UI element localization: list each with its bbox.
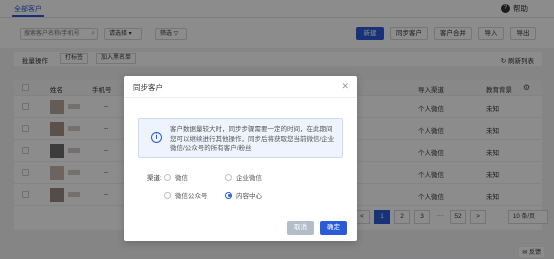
- channel-label: 渠道:: [147, 175, 162, 182]
- confirm-button[interactable]: 确定: [320, 221, 347, 235]
- dialog-footer: 取消 确定: [287, 221, 347, 235]
- radio-content-center[interactable]: 内容中心: [225, 190, 262, 200]
- radio-dot[interactable]: [225, 173, 232, 181]
- radio-wechat[interactable]: 微信: [164, 172, 188, 182]
- radio-wechat-official-account[interactable]: 微信公众号: [164, 190, 208, 200]
- radio-label: 微信公众号: [175, 193, 208, 200]
- sync-customers-dialog: 同步客户 ✕ i 客户数据量较大时，同步步骤需要一定的时间，在此期间您可以继续进…: [124, 76, 357, 241]
- dialog-header: 同步客户 ✕: [124, 76, 357, 98]
- info-icon: i: [151, 132, 162, 143]
- radio-wecom[interactable]: 企业微信: [225, 172, 262, 182]
- close-icon[interactable]: ✕: [341, 81, 349, 92]
- radio-label: 企业微信: [236, 175, 262, 182]
- radio-label: 微信: [175, 175, 188, 182]
- radio-dot[interactable]: [225, 191, 232, 199]
- info-notice: i 客户数据量较大时，同步步骤需要一定的时间，在此期间您可以继续进行其他操作，同…: [138, 118, 343, 158]
- radio-dot[interactable]: [164, 173, 171, 181]
- radio-label: 内容中心: [236, 193, 262, 200]
- dialog-title: 同步客户: [133, 83, 163, 92]
- radio-dot[interactable]: [164, 191, 171, 199]
- info-text: 客户数据量较大时，同步步骤需要一定的时间，在此期间您可以继续进行其他操作，同步后…: [170, 126, 335, 152]
- cancel-button[interactable]: 取消: [287, 221, 314, 235]
